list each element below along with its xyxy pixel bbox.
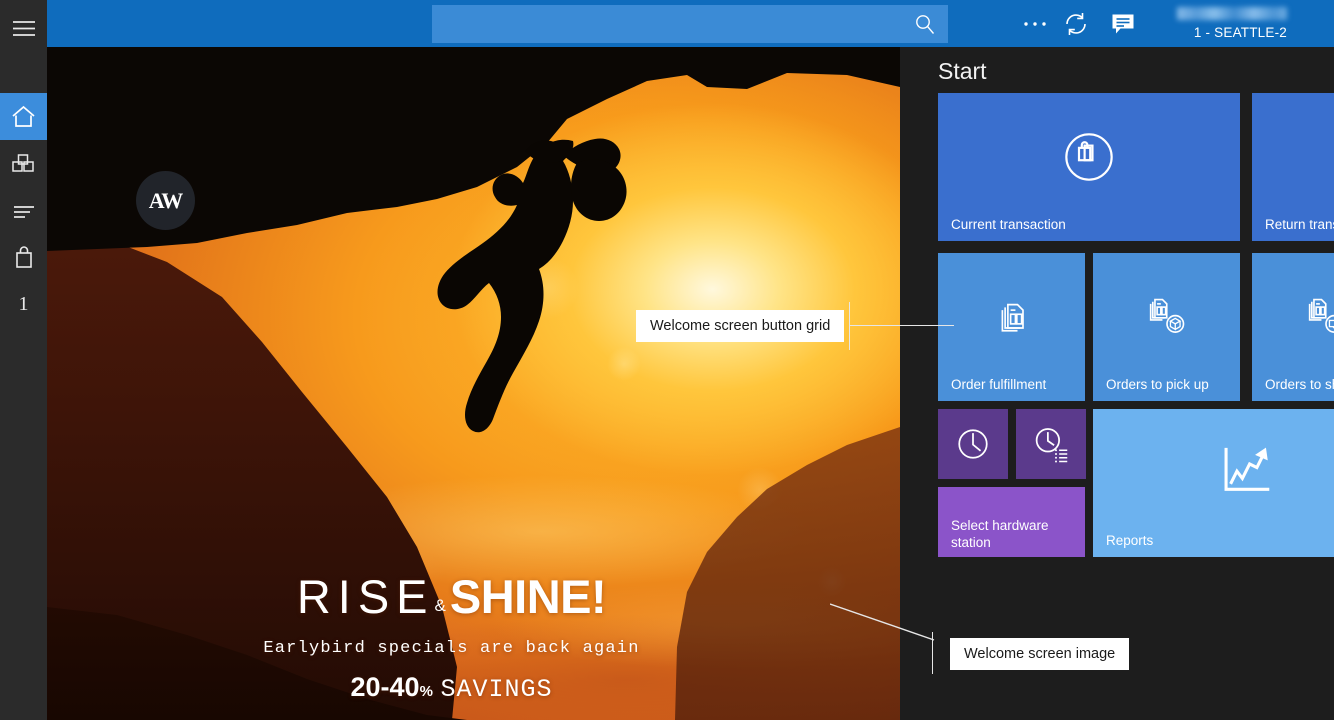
sidebar-item-products[interactable]	[0, 140, 47, 187]
brand-logo: AW	[136, 171, 195, 230]
brand-logo-text: AW	[149, 188, 182, 214]
page-title: Start	[938, 58, 987, 85]
chart-trend-icon	[1217, 444, 1275, 507]
document-stack-icon	[990, 295, 1034, 339]
pos-welcome-screen: AW RISE & SHINE! Earlybird specials are …	[0, 0, 1334, 720]
tile-label: Current transaction	[951, 216, 1233, 233]
user-name-redacted	[1177, 7, 1287, 20]
callout-button-grid: Welcome screen button grid	[636, 310, 844, 342]
refresh-icon[interactable]	[1062, 11, 1090, 37]
sidebar-item-cart[interactable]	[0, 234, 47, 281]
search-input[interactable]	[432, 5, 948, 43]
tile-return-transaction[interactable]: Return transaction	[1252, 93, 1334, 241]
tile-reports[interactable]: Reports	[1093, 409, 1334, 557]
callout-welcome-image-text: Welcome screen image	[964, 646, 1115, 662]
promo-offer: 20-40% SAVINGS	[47, 672, 856, 704]
refresh-button[interactable]	[1062, 11, 1090, 37]
more-options-button[interactable]	[1015, 12, 1055, 36]
callout-button-grid-leader	[849, 325, 954, 326]
tile-select-hardware-station[interactable]: Select hardware station	[938, 487, 1085, 557]
message-icon[interactable]	[1109, 11, 1137, 37]
document-ship-icon	[1304, 295, 1334, 339]
promo-subline: Earlybird specials are back again	[47, 639, 856, 658]
shopping-bag-icon[interactable]	[13, 246, 35, 270]
sidebar-item-hamburger-menu[interactable]	[0, 5, 47, 52]
promo-offer-number: 20-40	[351, 672, 420, 702]
sidebar-item-home[interactable]	[0, 93, 47, 140]
list-lines-icon[interactable]	[12, 204, 36, 220]
welcome-screen-image: AW RISE & SHINE! Earlybird specials are …	[47, 47, 900, 720]
promo-text-block: RISE & SHINE! Earlybird specials are bac…	[47, 569, 900, 704]
tile-current-transaction[interactable]: Current transaction	[938, 93, 1240, 241]
user-info[interactable]: 1 - SEATTLE-2	[1147, 3, 1295, 45]
tile-label: Reports	[1106, 532, 1334, 549]
promo-headline-light: RISE	[297, 569, 435, 624]
document-pickup-icon	[1145, 295, 1189, 344]
tile-orders-to-ship[interactable]: Orders to ship	[1252, 253, 1334, 401]
tile-view-time-entries[interactable]	[1016, 409, 1086, 479]
chart-trend-icon	[1217, 444, 1275, 502]
callout-welcome-image-leader	[830, 600, 940, 644]
sidebar-counter[interactable]: 1	[0, 284, 47, 324]
promo-headline-bold: SHINE!	[450, 569, 606, 624]
sidebar-item-journal[interactable]	[0, 188, 47, 235]
callout-button-grid-text: Welcome screen button grid	[650, 318, 830, 334]
tile-orders-to-pick-up[interactable]: Orders to pick up	[1093, 253, 1240, 401]
home-icon[interactable]	[11, 105, 36, 128]
callout-welcome-image: Welcome screen image	[950, 638, 1129, 670]
promo-offer-word: SAVINGS	[440, 675, 552, 704]
document-stack-icon	[990, 295, 1034, 344]
tile-label: Orders to pick up	[1106, 376, 1233, 393]
hamburger-icon[interactable]	[12, 20, 36, 37]
promo-offer-percent: %	[420, 683, 433, 700]
climber-silhouette-icon	[377, 135, 637, 435]
search-icon[interactable]	[914, 14, 936, 36]
shopping-bag-circle-icon	[1060, 128, 1118, 191]
tile-label: Orders to ship	[1265, 376, 1334, 393]
tile-label: Return transaction	[1265, 216, 1334, 233]
tile-time-clock[interactable]	[938, 409, 1008, 479]
top-app-bar: 1 - SEATTLE-2	[47, 0, 1334, 47]
tile-label: Order fulfillment	[951, 376, 1078, 393]
document-ship-icon	[1304, 295, 1334, 344]
promo-headline-ampersand: &	[435, 596, 446, 616]
clock-icon	[953, 424, 993, 464]
cubes-icon[interactable]	[11, 153, 37, 175]
ellipsis-icon[interactable]	[1022, 20, 1048, 28]
tile-label: Select hardware station	[951, 517, 1078, 551]
clock-list-icon	[1031, 424, 1071, 464]
left-navigation-rail: 1	[0, 0, 47, 720]
register-store-label: 1 - SEATTLE-2	[1147, 25, 1287, 40]
tile-order-fulfillment[interactable]: Order fulfillment	[938, 253, 1085, 401]
notifications-button[interactable]	[1109, 11, 1137, 37]
shopping-bag-circle-icon	[1060, 128, 1118, 186]
start-panel: Start Current transaction Return transact…	[900, 47, 1334, 720]
document-pickup-icon	[1145, 295, 1189, 339]
clock-list-icon	[1031, 424, 1071, 469]
clock-icon	[953, 424, 993, 469]
promo-headline: RISE & SHINE!	[47, 569, 856, 624]
